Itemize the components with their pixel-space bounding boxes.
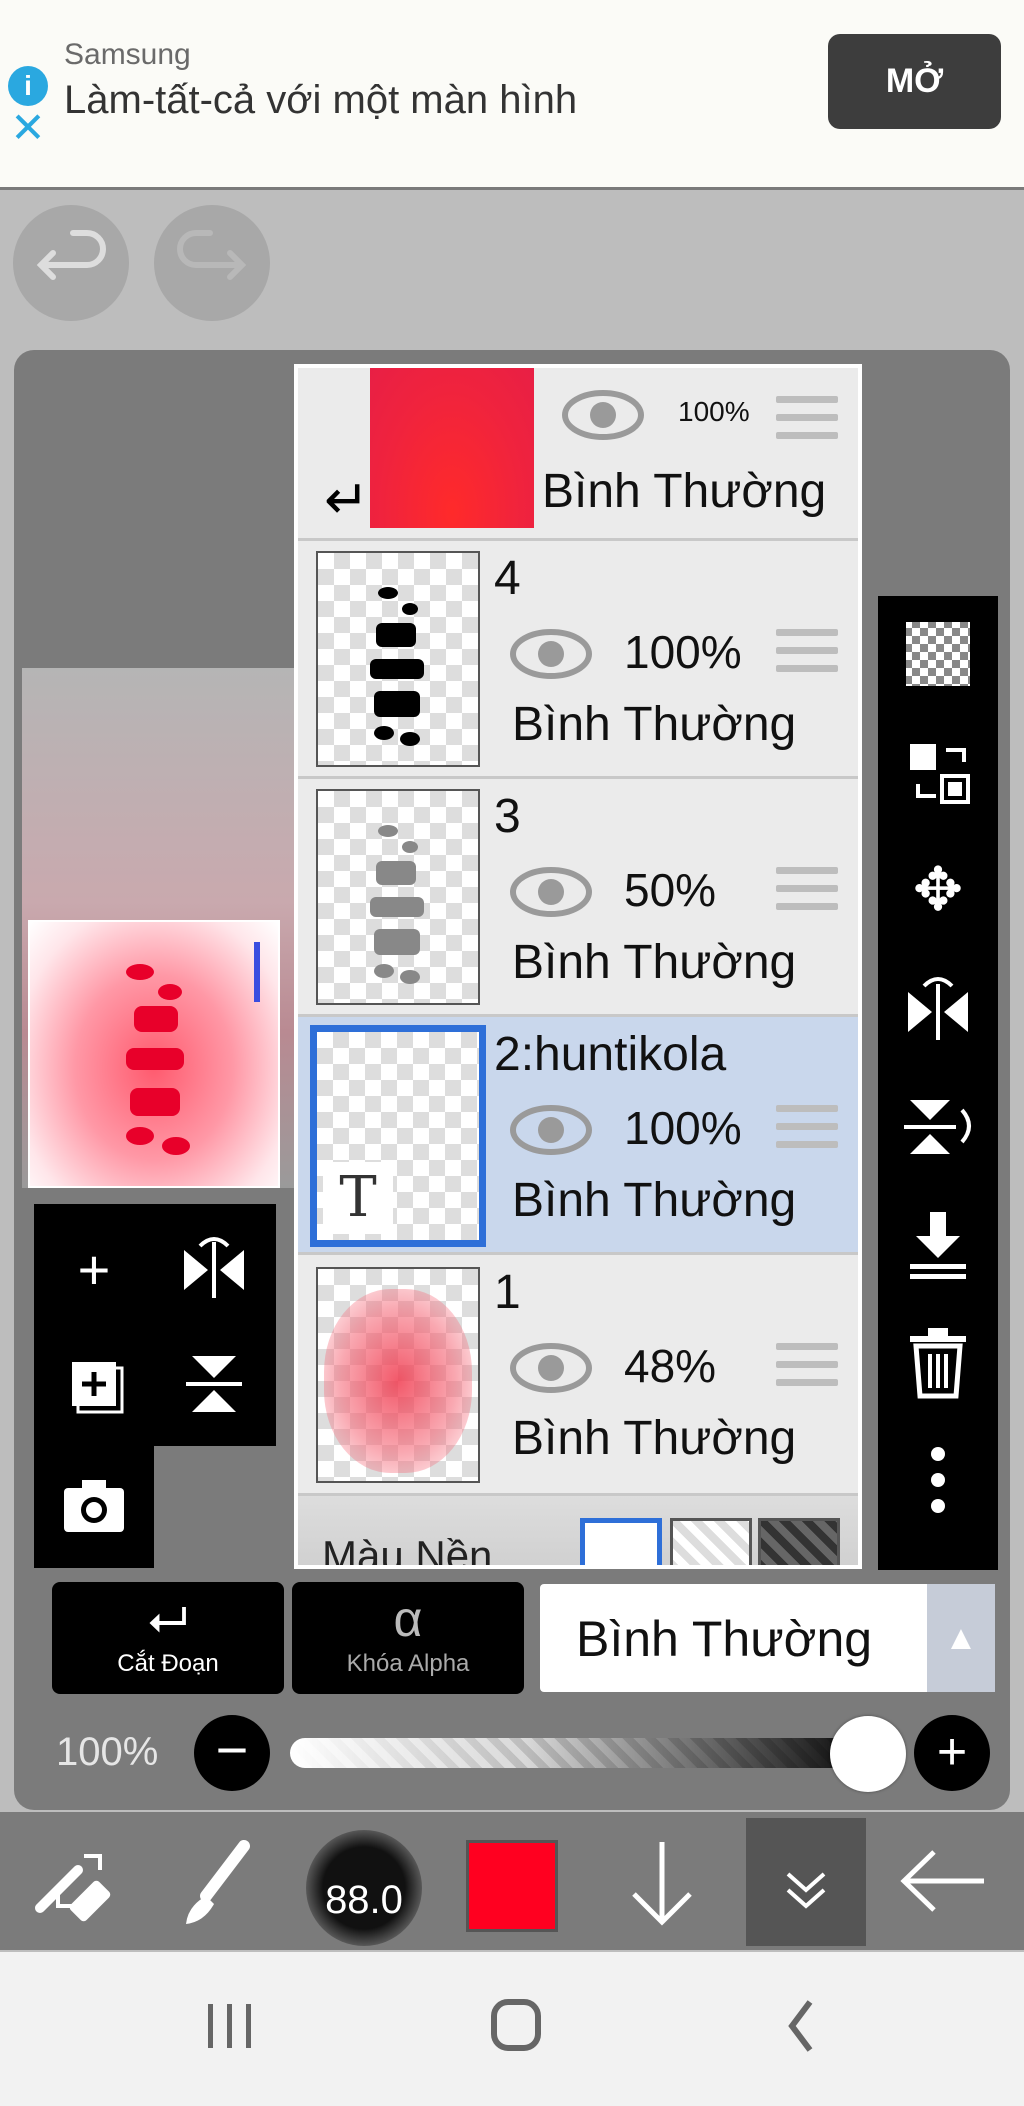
close-icon[interactable]: ✕ (10, 107, 46, 149)
layer-name: 2:huntikola (494, 1028, 727, 1081)
flip-vertical-icon[interactable] (888, 1076, 988, 1176)
recent-apps-icon[interactable] (180, 1992, 280, 2062)
layer-row[interactable]: ↵ 100% Bình Thường (298, 368, 858, 541)
merge-down-icon[interactable] (888, 1194, 988, 1294)
layer-row[interactable]: 1 48% Bình Thường (298, 1255, 858, 1496)
trash-icon[interactable] (888, 1312, 988, 1412)
swap-layers-icon[interactable] (888, 722, 988, 822)
layer-preview-thumbnail (28, 920, 280, 1188)
back-nav-icon[interactable] (752, 1992, 852, 2062)
current-color-swatch[interactable] (466, 1840, 558, 1932)
background-transparent-swatch[interactable] (670, 1518, 752, 1565)
undo-icon (36, 230, 106, 280)
left-tool-panel: + (34, 1204, 276, 1446)
background-white-swatch[interactable] (580, 1518, 662, 1565)
tool-switch-icon[interactable] (10, 1812, 134, 1950)
layer-name: 3 (494, 790, 521, 843)
alpha-lock-button[interactable]: α Khóa Alpha (292, 1582, 524, 1694)
layer-opacity: 48% (624, 1340, 717, 1392)
eye-icon[interactable] (562, 388, 644, 442)
layer-blend-mode: Bình Thường (542, 465, 827, 518)
background-color-label: Màu Nền (322, 1532, 493, 1569)
layer-thumbnail[interactable] (316, 551, 480, 767)
drag-handle-icon[interactable] (776, 867, 838, 919)
layer-blend-mode: Bình Thường (512, 698, 797, 751)
layer-opacity: 100% (624, 1102, 742, 1154)
home-icon[interactable] (466, 1992, 566, 2062)
layer-thumbnail[interactable] (370, 368, 534, 528)
clipping-arrow-icon: ↵ (324, 470, 370, 530)
text-layer-badge: T (323, 1162, 393, 1234)
redo-button[interactable] (154, 205, 270, 321)
layer-opacity: 100% (678, 396, 750, 427)
brush-icon[interactable] (156, 1812, 280, 1950)
drag-handle-icon[interactable] (776, 629, 838, 681)
layer-opacity: 100% (624, 626, 742, 678)
undo-button[interactable] (13, 205, 129, 321)
system-navigation-bar (0, 1952, 1024, 2106)
eye-icon[interactable] (510, 865, 592, 919)
double-chevron-down-icon (786, 1872, 826, 1909)
drag-handle-icon[interactable] (776, 1343, 838, 1395)
layer-blend-mode: Bình Thường (512, 936, 797, 989)
more-options-icon[interactable] (888, 1430, 988, 1530)
redo-icon (177, 230, 247, 280)
layer-blend-mode: Bình Thường (512, 1412, 797, 1465)
layer-name: 4 (494, 552, 521, 605)
eye-icon[interactable] (510, 1341, 592, 1395)
flip-horizontal-icon[interactable] (164, 1220, 264, 1320)
move-icon[interactable]: ✥ (888, 840, 988, 940)
blend-mode-select[interactable]: Bình Thường ▲ (540, 1584, 995, 1692)
arrow-down-icon[interactable] (600, 1812, 724, 1950)
artwork-preview (126, 942, 260, 1155)
opacity-decrease-button[interactable]: − (194, 1715, 270, 1791)
chevron-up-icon[interactable]: ▲ (927, 1584, 995, 1692)
flip-vertical-icon[interactable] (164, 1334, 264, 1434)
clipping-button[interactable]: ⮠ Cắt Đoạn (52, 1582, 284, 1694)
eye-icon[interactable] (510, 627, 592, 681)
info-icon[interactable]: i (8, 66, 48, 106)
layer-row[interactable]: 3 50% Bình Thường (298, 779, 858, 1017)
blend-mode-value: Bình Thường (576, 1611, 873, 1667)
ad-open-button[interactable]: MỞ (828, 34, 1001, 129)
drag-handle-icon[interactable] (776, 1105, 838, 1157)
back-arrow-icon[interactable] (880, 1812, 1004, 1950)
ad-banner[interactable]: i ✕ Samsung Làm-tất-cả với một màn hình … (0, 0, 1024, 190)
add-layer-icon[interactable]: + (44, 1220, 144, 1320)
drag-handle-icon[interactable] (776, 396, 838, 448)
layer-thumbnail[interactable] (316, 789, 480, 1005)
background-dark-swatch[interactable] (758, 1518, 840, 1565)
opacity-label: 100% (56, 1730, 159, 1774)
eye-icon[interactable] (510, 1103, 592, 1157)
layer-blend-mode: Bình Thường (512, 1174, 797, 1227)
left-tool-panel-lower (34, 1444, 154, 1568)
clipping-icon: ⮠ (148, 1591, 188, 1647)
clipping-label: Cắt Đoạn (117, 1650, 219, 1677)
alpha-lock-label: Khóa Alpha (346, 1650, 470, 1677)
background-color-row[interactable]: Màu Nền (298, 1496, 858, 1569)
camera-icon[interactable] (44, 1456, 144, 1556)
opacity-slider[interactable] (290, 1738, 878, 1768)
layer-row-selected[interactable]: T 2:huntikola 100% Bình Thường (298, 1017, 858, 1255)
layers-panel: ↵ 100% Bình Thường 4 100% Bình Thường 3 … (294, 364, 862, 1569)
ad-headline: Làm-tất-cả với một màn hình (64, 78, 578, 122)
add-layer-copy-icon[interactable] (44, 1334, 144, 1434)
layer-panel-toggle[interactable] (746, 1818, 866, 1946)
ad-brand: Samsung (64, 38, 191, 71)
layer-row[interactable]: 4 100% Bình Thường (298, 541, 858, 779)
right-layer-toolbar: ✥ (878, 596, 998, 1570)
layer-opacity: 50% (624, 864, 717, 916)
layer-thumbnail[interactable] (316, 1267, 480, 1483)
opacity-increase-button[interactable]: + (914, 1715, 990, 1791)
opacity-slider-thumb[interactable] (830, 1716, 906, 1792)
layer-name: 1 (494, 1266, 521, 1319)
flip-horizontal-icon[interactable] (888, 958, 988, 1058)
brush-size-button[interactable]: 88.0 (306, 1830, 422, 1946)
layer-thumbnail[interactable]: T (310, 1025, 486, 1247)
transparency-icon[interactable] (888, 604, 988, 704)
lock-icon: α (393, 1591, 423, 1647)
